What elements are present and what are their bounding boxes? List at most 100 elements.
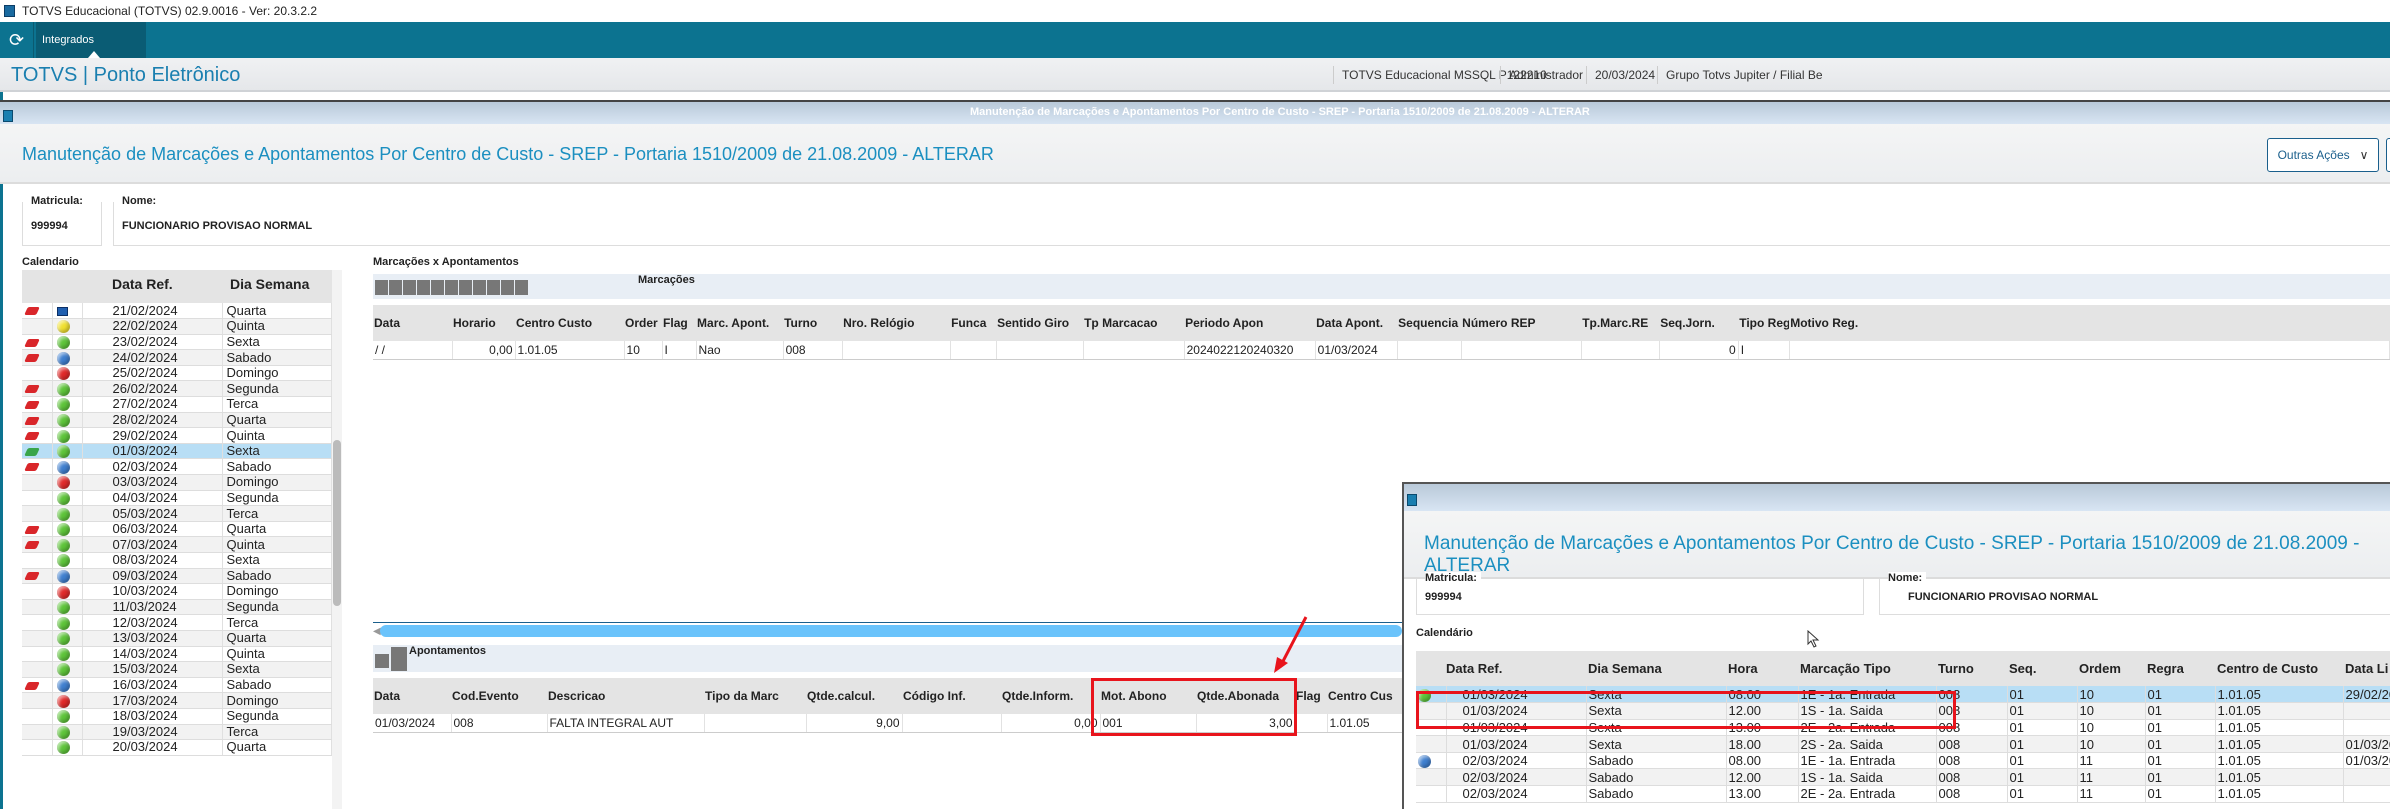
column-header[interactable]: Centro de Custo xyxy=(2215,651,2343,686)
table-row[interactable]: 02/03/2024 Sabado 12.00 1S - 1a. Saida 008 01… xyxy=(1416,768,2390,787)
tb-arrow-up-icon[interactable] xyxy=(487,280,500,296)
calendar-row[interactable]: 22/02/2024 Quinta xyxy=(22,318,332,335)
column-header[interactable]: Data Li xyxy=(2343,651,2390,686)
column-header[interactable]: Periodo Apon xyxy=(1184,305,1316,341)
calendar-row[interactable]: 23/02/2024 Sexta xyxy=(22,334,332,351)
calendar-row[interactable]: 19/03/2024 Terca xyxy=(22,724,332,741)
column-header[interactable]: Flag xyxy=(1295,678,1327,714)
calendar-row[interactable]: 09/03/2024 Sabado xyxy=(22,568,332,585)
tb-document-icon[interactable] xyxy=(391,647,407,671)
column-header[interactable]: Order xyxy=(624,305,663,341)
calendar-row[interactable]: 05/03/2024 Terca xyxy=(22,505,332,522)
tb-chart-icon[interactable] xyxy=(473,280,486,296)
nome-field[interactable]: Nome: FUNCIONARIO PROVISAO NORMAL xyxy=(113,195,2390,246)
data-ref-header[interactable]: Data Ref. xyxy=(82,270,222,303)
popup-nome-field[interactable]: Nome: FUNCIONARIO PROVISAO NORMAL xyxy=(1879,572,2390,615)
tb-record-icon[interactable] xyxy=(403,280,416,296)
popup-nome-value: FUNCIONARIO PROVISAO NORMAL xyxy=(1908,591,2099,603)
column-header[interactable]: Data xyxy=(373,678,451,714)
calendar-row[interactable]: 08/03/2024 Sexta xyxy=(22,552,332,569)
day-cell: Segunda xyxy=(222,490,332,507)
column-header[interactable]: Turno xyxy=(783,305,843,341)
column-header[interactable]: Regra xyxy=(2145,651,2215,686)
table-row[interactable]: 01/03/2024 Sexta 18.00 2S - 2a. Saida 008 01 1… xyxy=(1416,735,2390,753)
tb-folder-icon[interactable] xyxy=(389,280,402,296)
column-header[interactable]: Centro Custo xyxy=(515,305,625,341)
column-header[interactable]: Qtde.Inform. xyxy=(1001,678,1100,714)
column-header[interactable]: Marcação Tipo xyxy=(1798,651,1936,686)
calendar-row[interactable]: 03/03/2024 Domingo xyxy=(22,474,332,491)
calendar-row[interactable]: 27/02/2024 Terca xyxy=(22,396,332,413)
calendar-row[interactable]: 15/03/2024 Sexta xyxy=(22,661,332,678)
tb-fast-forward-icon[interactable] xyxy=(431,280,444,296)
column-header[interactable]: Seq.Jorn. xyxy=(1659,305,1739,341)
dia-semana-header[interactable]: Dia Semana xyxy=(222,270,332,303)
column-header[interactable]: Data Apont. xyxy=(1315,305,1398,341)
column-header[interactable]: Qtde.calcul. xyxy=(806,678,902,714)
column-header[interactable]: Marc. Apont. xyxy=(696,305,784,341)
extra-action-button[interactable] xyxy=(2386,138,2390,172)
table-row[interactable]: 02/03/2024 Sabado 08.00 1E - 1a. Entrada 008… xyxy=(1416,752,2390,770)
table-row[interactable]: 02/03/2024 Sabado 13.00 2E - 2a. Entrada 008… xyxy=(1416,785,2390,803)
calendar-row[interactable]: 26/02/2024 Segunda xyxy=(22,380,332,398)
calendar-row[interactable]: 11/03/2024 Segunda xyxy=(22,599,332,616)
popup-matricula-field[interactable]: Matricula: 999994 xyxy=(1416,572,1864,615)
calendar-row[interactable]: 13/03/2024 Quarta xyxy=(22,630,332,647)
column-header[interactable]: Código Inf. xyxy=(902,678,1001,714)
column-header[interactable]: Data Ref. xyxy=(1446,651,1586,686)
calendar-row[interactable]: 16/03/2024 Sabado xyxy=(22,677,332,694)
calendar-row[interactable]: 20/03/2024 Quarta xyxy=(22,739,332,756)
column-header[interactable]: Centro Cus xyxy=(1327,678,1403,714)
column-header[interactable]: Sequencia xyxy=(1397,305,1462,341)
column-header[interactable]: Hora xyxy=(1726,651,1798,686)
column-header[interactable]: Tp.Marc.RE xyxy=(1581,305,1660,341)
column-header[interactable]: Motivo Reg. xyxy=(1789,305,2390,341)
calendar-row[interactable]: 07/03/2024 Quinta xyxy=(22,536,332,553)
column-header[interactable]: Ordem xyxy=(2077,651,2145,686)
tb-play-icon[interactable] xyxy=(417,280,430,296)
tb-undo-icon[interactable] xyxy=(375,654,389,668)
calendar-row[interactable]: 06/03/2024 Quarta xyxy=(22,521,332,538)
tb-tag-icon[interactable] xyxy=(515,280,528,296)
calendar-row[interactable]: 25/02/2024 Domingo xyxy=(22,365,332,382)
table-row[interactable]: / /0,00 1.01.05 10 I Nao 008 2024022120240320 0… xyxy=(373,341,2390,360)
column-header[interactable]: Seq. xyxy=(2007,651,2077,686)
tb-document-icon[interactable] xyxy=(445,280,458,296)
column-header[interactable]: Número REP xyxy=(1461,305,1582,341)
calendar-row[interactable]: 24/02/2024 Sabado xyxy=(22,349,332,366)
column-header[interactable]: Turno xyxy=(1936,651,2007,686)
tab-integrados[interactable]: Integrados [02.9.0016]× xyxy=(36,22,146,82)
column-header[interactable]: Horario xyxy=(452,305,516,341)
column-header[interactable]: Dia Semana xyxy=(1586,651,1726,686)
calendar-row[interactable]: 18/03/2024 Segunda xyxy=(22,708,332,725)
tb-first-icon[interactable] xyxy=(375,280,388,296)
calendar-row[interactable]: 21/02/2024 Quarta xyxy=(22,303,332,320)
tb-equals-icon[interactable] xyxy=(459,280,472,296)
column-header[interactable]: Tipo Reg. xyxy=(1738,305,1790,341)
calendar-row[interactable]: 29/02/2024 Quinta xyxy=(22,427,332,444)
calendar-row[interactable]: 17/03/2024 Domingo xyxy=(22,692,332,709)
tb-arrow-down-icon[interactable] xyxy=(501,280,514,296)
column-header[interactable]: Flag xyxy=(662,305,697,341)
table-cell: 10 xyxy=(2077,702,2146,720)
column-header[interactable]: Nro. Relógio xyxy=(842,305,951,341)
matricula-field[interactable]: Matricula: 999994 xyxy=(22,195,102,246)
outras-acoes-button[interactable]: Outras Ações ∨ xyxy=(2267,138,2379,172)
calendar-row[interactable]: 12/03/2024 Terca xyxy=(22,614,332,631)
column-header[interactable]: Sentido Giro xyxy=(996,305,1084,341)
column-header[interactable]: Cod.Evento xyxy=(451,678,547,714)
calendar-row[interactable]: 28/02/2024 Quarta xyxy=(22,412,332,429)
calendar-scrollbar-thumb[interactable] xyxy=(333,440,341,606)
column-header[interactable]: Data xyxy=(373,305,453,341)
calendar-row[interactable]: 14/03/2024 Quinta xyxy=(22,646,332,663)
column-header[interactable]: Tp Marcacao xyxy=(1083,305,1185,341)
column-header[interactable]: Funca xyxy=(950,305,997,341)
calendar-row[interactable]: 04/03/2024 Segunda xyxy=(22,490,332,507)
column-header[interactable]: Tipo da Marc xyxy=(704,678,806,714)
calendar-row[interactable]: 10/03/2024 Domingo xyxy=(22,583,332,600)
marcacoes-horizontal-scrollbar[interactable] xyxy=(380,625,1402,637)
calendar-row[interactable]: 02/03/2024 Sabado xyxy=(22,458,332,476)
home-icon[interactable]: ⟳ xyxy=(0,22,34,58)
calendar-row[interactable]: 01/03/2024 Sexta xyxy=(22,443,332,460)
column-header[interactable]: Descricao xyxy=(547,678,704,714)
